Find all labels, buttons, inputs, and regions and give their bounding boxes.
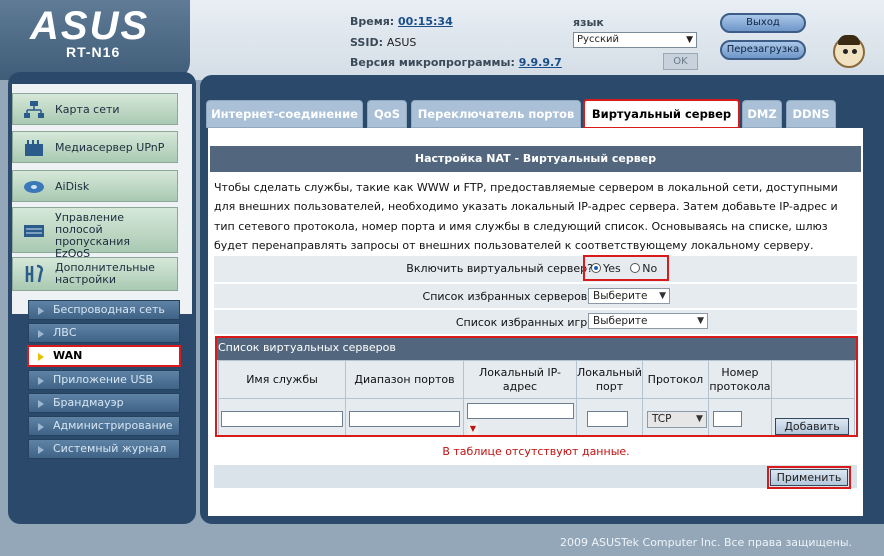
submenu-label: ЛВС [53,326,77,339]
submenu-label: Брандмауэр [53,396,124,409]
arrow-right-icon [38,446,44,454]
firmware-link[interactable]: 9.9.9.7 [519,56,562,69]
firmware-row: Версия микропрограммы: 9.9.9.7 [350,56,562,69]
fav-servers-value: Выберите [593,290,648,302]
arrow-right-icon [38,330,44,338]
reboot-button[interactable]: Перезагрузка [720,40,806,60]
submenu-label: WAN [53,349,83,362]
apply-bar [214,465,857,488]
fav-servers-row: Список избранных серверов: [214,284,857,309]
submenu-label: Беспроводная сеть [53,303,165,316]
chevron-down-icon: ▼ [659,291,666,301]
tab-ddns[interactable]: DDNS [786,100,836,128]
submenu-label: Приложение USB [53,373,154,386]
submenu-label: Системный журнал [53,442,167,455]
enable-row: Включить виртуальный сервер? [214,256,857,283]
network-map-icon [24,101,44,118]
tab-internet-connection[interactable]: Интернет-соединение [206,100,363,128]
arrow-right-icon [38,400,44,408]
fav-servers-select[interactable]: Выберите ▼ [588,288,670,304]
time-row: Время: 00:15:34 [350,15,453,28]
firmware-label: Версия микропрограммы: [350,56,515,69]
bandwidth-icon [24,225,44,237]
highlight-box [215,336,858,437]
logo-panel: ASUS RT-N16 [0,0,190,80]
submenu-wireless[interactable]: Беспроводная сеть [28,300,180,320]
enable-radio-group: Yes No [591,262,657,275]
fav-games-label: Список избранных игр: [455,316,591,329]
menu-item-ezqos[interactable]: Управление полосой пропускания EzQoS [12,207,178,260]
time-label: Время: [350,15,395,28]
arrow-right-icon [38,353,44,361]
yes-radio[interactable] [591,263,601,273]
submenu-syslog[interactable]: Системный журнал [28,439,180,459]
media-server-icon [25,140,43,156]
no-radio[interactable] [630,263,641,273]
tab-dmz[interactable]: DMZ [742,100,782,128]
wrench-icon [25,264,44,283]
fav-games-row: Список избранных игр: [214,310,857,335]
lang-label: язык [573,16,604,29]
menu-item-label: Дополнительные настройки [55,261,155,286]
time-link[interactable]: 00:15:34 [398,15,453,28]
menu-item-aidisk[interactable]: AiDisk [12,170,178,202]
model-name: RT-N16 [66,44,121,60]
submenu-label: Администрирование [53,419,173,432]
menu-item-upnp[interactable]: Медиасервер UPnP [12,131,178,163]
empty-table-message: В таблице отсутствуют данные. [216,440,856,464]
ssid-label: SSID: [350,36,383,49]
fav-games-select[interactable]: Выберите ▼ [588,313,708,329]
ok-button[interactable]: OK [663,53,698,70]
menu-item-advanced[interactable]: Дополнительные настройки [12,257,178,291]
arrow-right-icon [38,377,44,385]
tab-virtual-server[interactable]: Виртуальный сервер [583,99,740,129]
menu-item-label: Управление полосой пропускания EzQoS [55,211,130,260]
fav-servers-label: Список избранных серверов: [422,290,591,303]
aidisk-icon [24,181,44,193]
brand-logo: ASUS [30,4,150,48]
page-title: Настройка NAT - Виртуальный сервер [210,146,861,172]
mascot-icon [833,35,865,68]
submenu-lan[interactable]: ЛВС [28,323,180,343]
menu-item-label: AiDisk [55,180,90,193]
footer-copyright: 2009 ASUSTek Computer Inc. Все права защ… [560,536,853,549]
yes-label: Yes [603,262,621,275]
menu-item-label: Карта сети [55,103,120,116]
submenu-administration[interactable]: Администрирование [28,416,180,436]
ssid-value: ASUS [386,36,417,49]
highlight-box [767,466,851,489]
language-value: Русский [577,34,619,45]
submenu-firewall[interactable]: Брандмауэр [28,393,180,413]
page-description: Чтобы сделать службы, такие как WWW и FT… [214,181,838,253]
menu-item-network-map[interactable]: Карта сети [12,93,178,125]
tab-port-switch[interactable]: Переключатель портов [411,100,581,128]
arrow-right-icon [38,423,44,431]
header: ASUS RT-N16 Время: 00:15:34 SSID: ASUS В… [0,0,884,80]
enable-label: Включить виртуальный сервер? [406,262,593,275]
logout-button[interactable]: Выход [720,13,806,33]
language-select[interactable]: Русский ▼ [573,32,697,48]
arrow-right-icon [38,307,44,315]
submenu-usb[interactable]: Приложение USB [28,370,180,390]
submenu-wan[interactable]: WAN [27,345,181,367]
ssid-row: SSID: ASUS [350,36,416,49]
menu-item-label: Медиасервер UPnP [55,141,165,154]
chevron-down-icon: ▼ [686,35,693,45]
no-label: No [642,262,658,275]
fav-games-value: Выберите [593,315,648,327]
tab-qos[interactable]: QoS [367,100,407,128]
chevron-down-icon: ▼ [697,316,704,326]
